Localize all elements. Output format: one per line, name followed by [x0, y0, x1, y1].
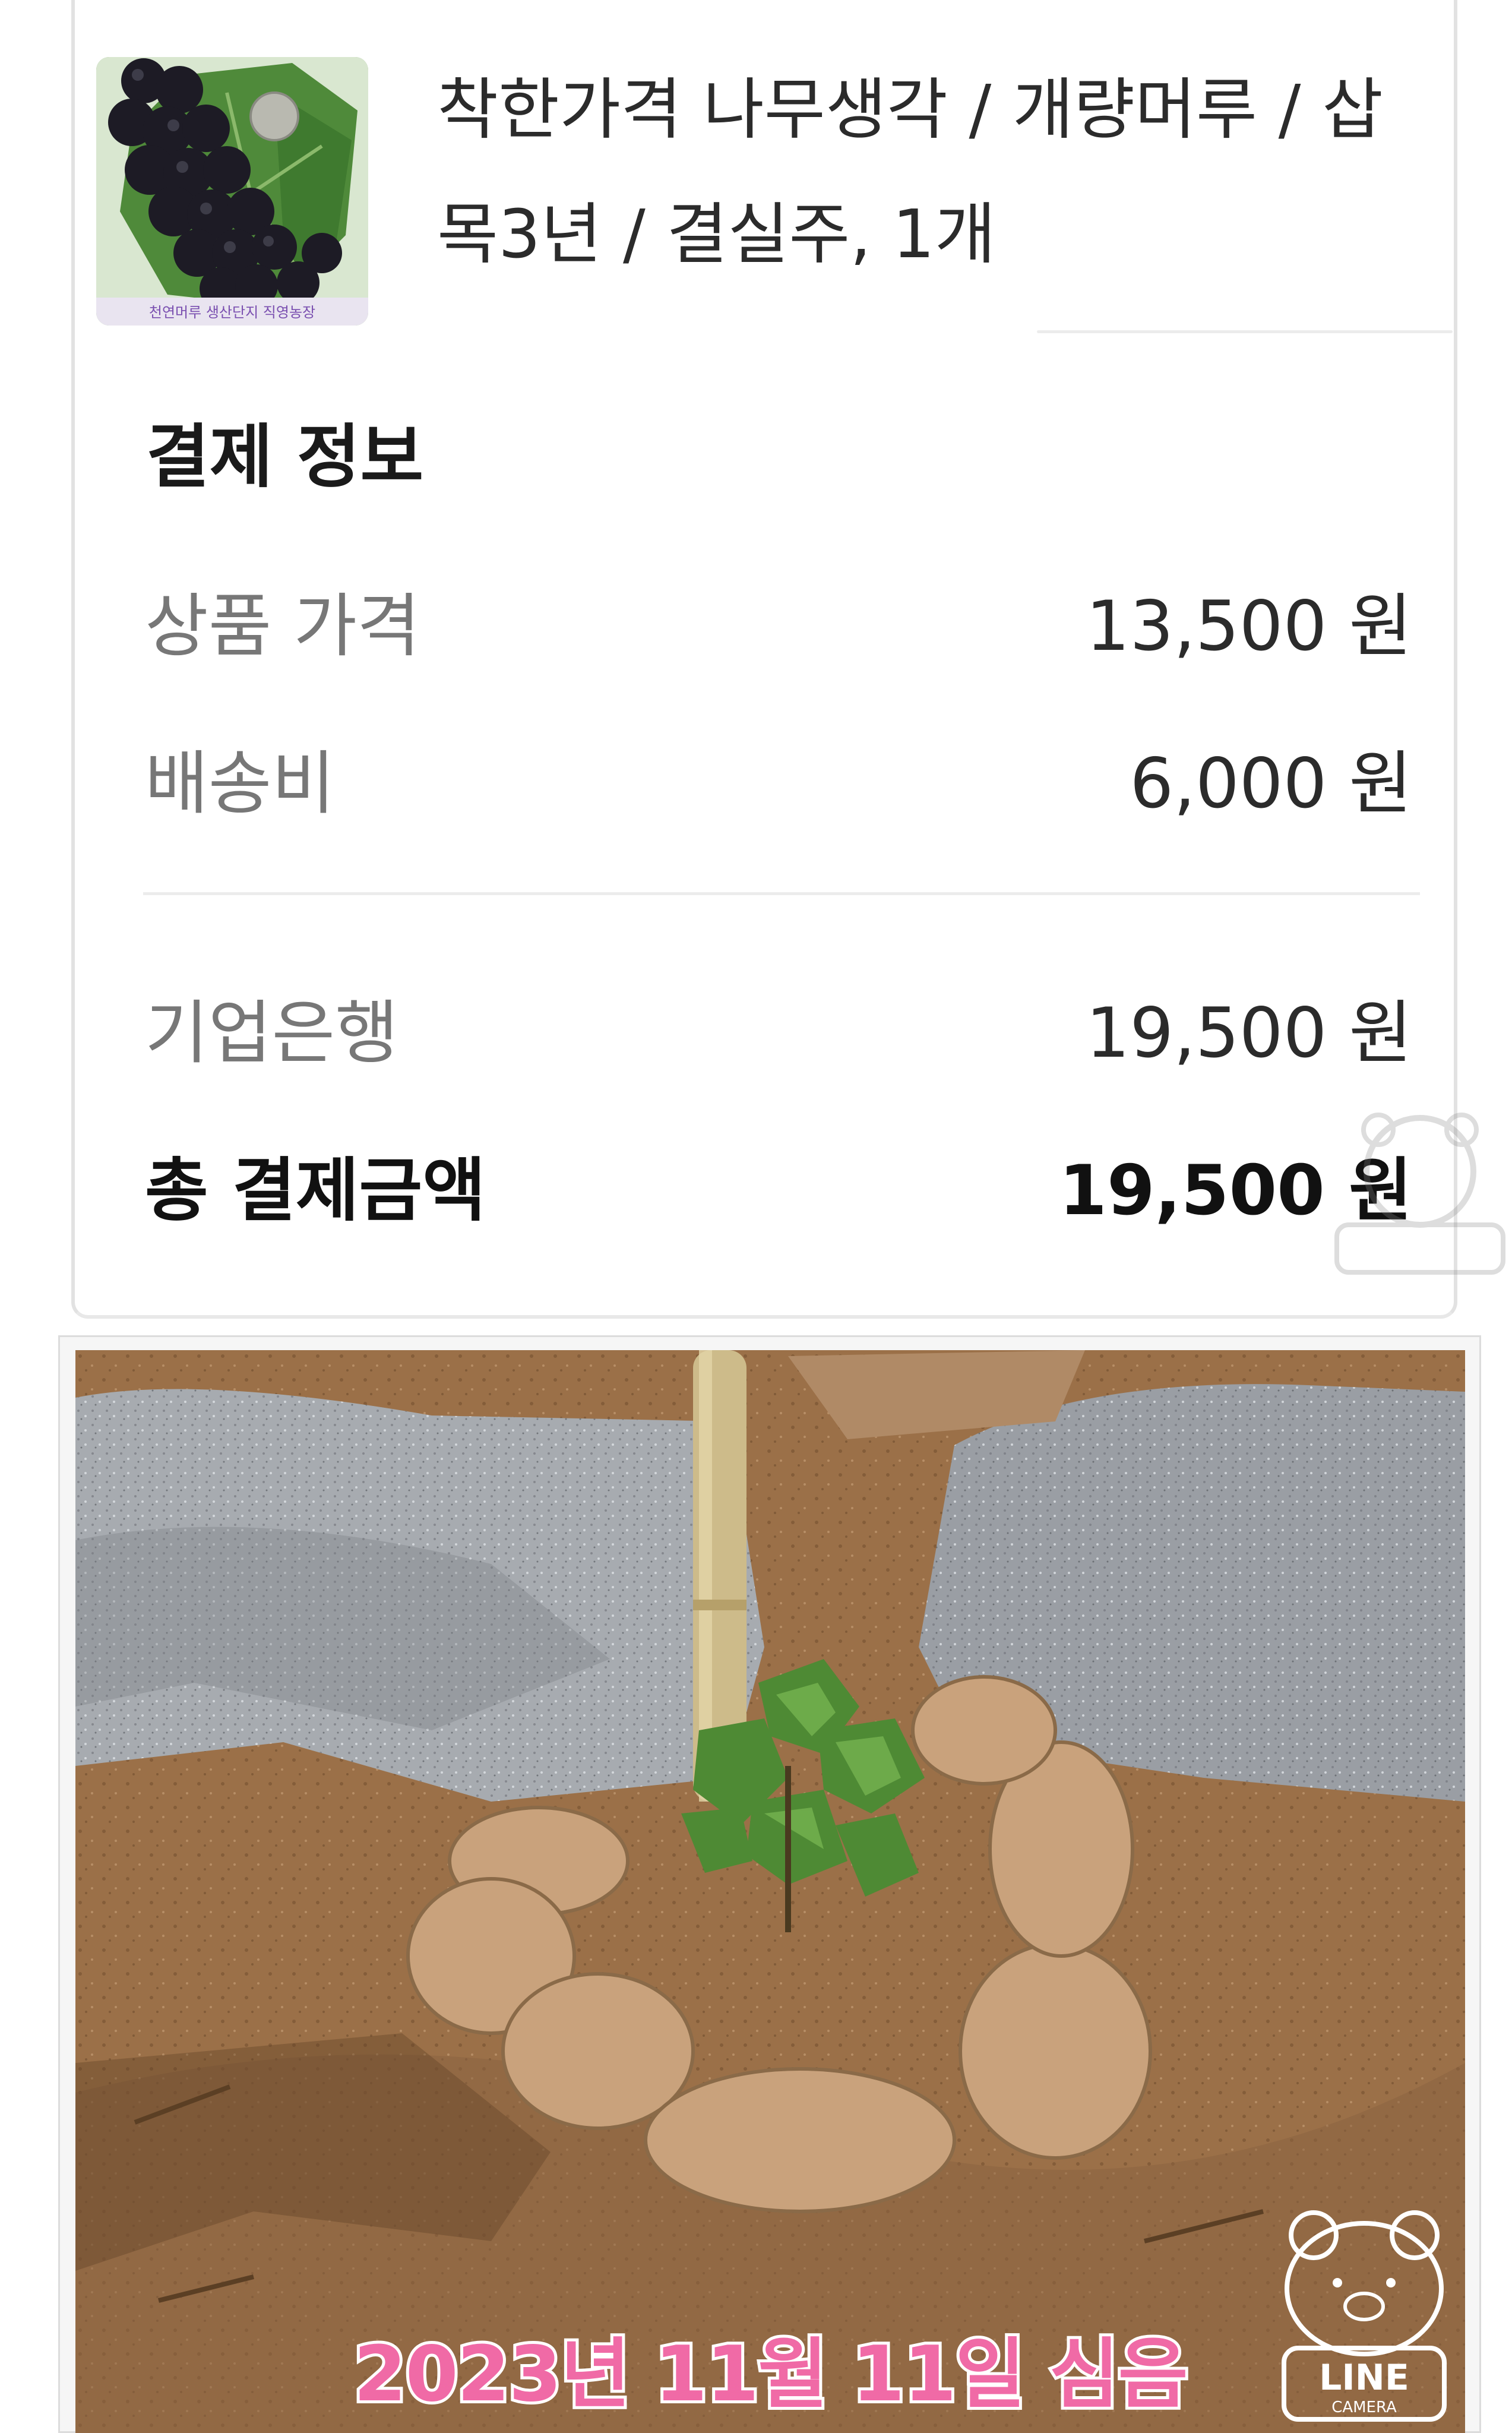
payment-method-label: 기업은행	[145, 993, 398, 1073]
total-payment-label: 총 결제금액	[145, 1151, 486, 1231]
grape-image: 천연머루 생산단지 직영농장	[96, 57, 368, 326]
line-logo-subtext: CAMERA	[1331, 2399, 1397, 2416]
product-price-value: 13,500 원	[1086, 586, 1412, 666]
payment-info-heading: 결제 정보	[146, 417, 424, 497]
line-logo-text: LINE	[1319, 2357, 1409, 2399]
planting-photo-frame: 2023년 11월 11일 심음 LINE CAMERA	[58, 1335, 1481, 2433]
shipping-fee-label: 배송비	[145, 744, 336, 824]
thumbnail-caption: 천연머루 생산단지 직영농장	[149, 304, 315, 321]
product-title-line-1: 착한가격 나무생각 / 개량머루 / 삽	[437, 71, 1383, 148]
screen: 천연머루 생산단지 직영농장 착한가격 나무생각 / 개량머루 / 삽 목3년 …	[0, 0, 1512, 2433]
product-title-line-2: 목3년 / 결실주, 1개	[437, 196, 996, 273]
product-thumbnail[interactable]: 천연머루 생산단지 직영농장	[96, 57, 368, 326]
product-title[interactable]: 착한가격 나무생각 / 개량머루 / 삽 목3년 / 결실주, 1개	[437, 48, 1441, 297]
divider	[1037, 330, 1453, 333]
line-camera-bear-icon: LINE CAMERA	[1282, 2210, 1447, 2422]
divider	[143, 892, 1420, 895]
vine-planting-image	[75, 1350, 1465, 2433]
shipping-fee-value: 6,000 원	[1130, 744, 1412, 824]
planting-photo[interactable]: 2023년 11월 11일 심음 LINE CAMERA	[75, 1350, 1465, 2433]
planting-date-caption: 2023년 11월 11일 심음	[351, 2327, 1191, 2422]
product-price-label: 상품 가격	[145, 586, 420, 666]
order-card: 천연머루 생산단지 직영농장 착한가격 나무생각 / 개량머루 / 삽 목3년 …	[71, 0, 1505, 1319]
payment-method-value: 19,500 원	[1086, 993, 1412, 1073]
bear-logo-watermark	[1334, 1113, 1505, 1275]
